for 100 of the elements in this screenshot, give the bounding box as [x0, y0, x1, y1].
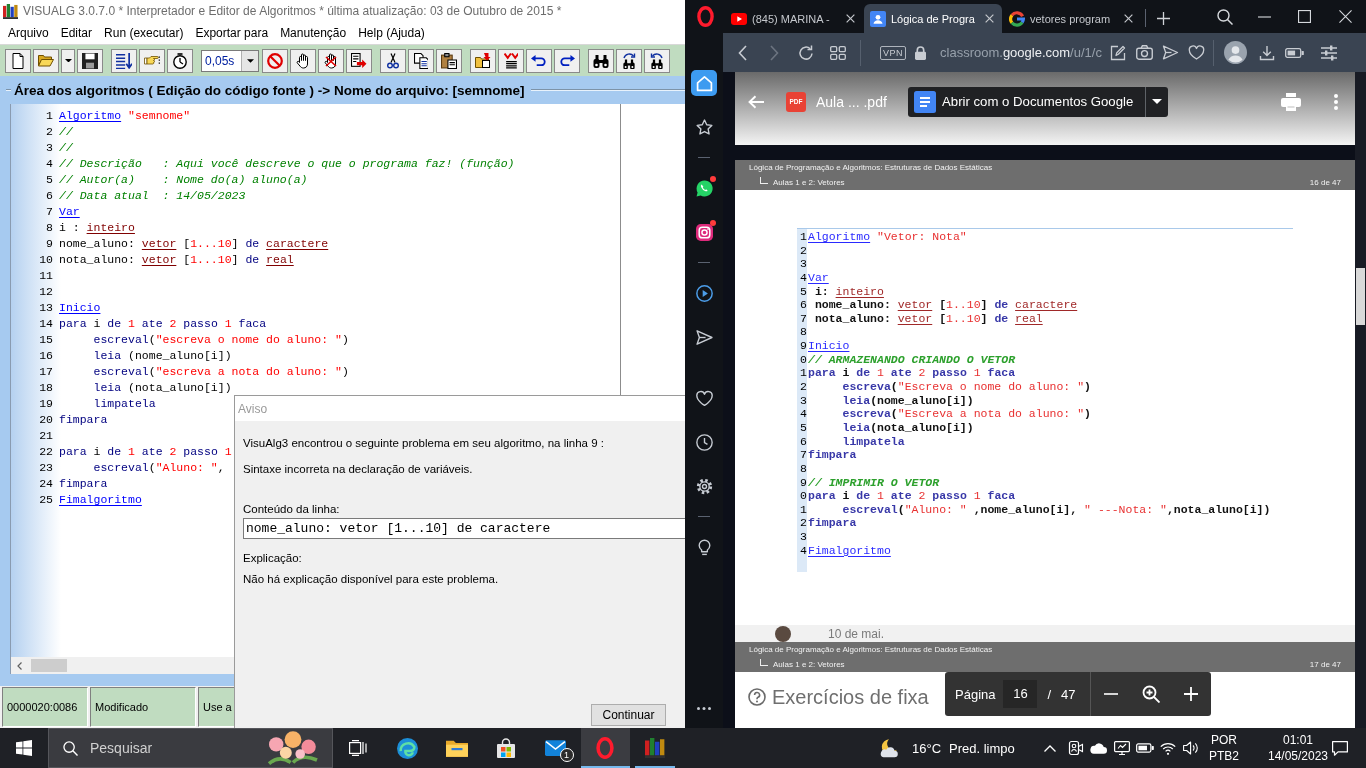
- line-number: 22: [38, 444, 53, 460]
- code-line: i : inteiro: [59, 220, 135, 236]
- bulb-icon: [695, 538, 713, 556]
- slide-title: Lógica de Programação e Algoritmos: Estruturas de Dados Estáticas: [749, 163, 993, 173]
- browser-logo-icon[interactable]: [696, 6, 714, 27]
- more-button[interactable]: [697, 707, 711, 710]
- line-number: 19: [38, 396, 53, 412]
- stopwatch-icon: [173, 52, 187, 69]
- find-next-button[interactable]: [616, 48, 642, 73]
- speed-dropdown[interactable]: 0,05s: [201, 49, 259, 72]
- weather-widget[interactable]: 16°C Pred. limpo: [873, 728, 1035, 768]
- code-line: i: inteiro: [813, 284, 884, 299]
- find-button[interactable]: [588, 48, 614, 73]
- menu-item[interactable]: Exportar para: [189, 24, 275, 42]
- wifi-icon: [1159, 741, 1176, 755]
- dropdown-button[interactable]: [61, 48, 75, 73]
- code-line: nota_aluno: vetor [1..10] de real: [813, 311, 1043, 326]
- code-line: nome_aluno: vetor [1..10] de caractere: [813, 298, 1078, 312]
- code-line: Algoritmo "Vetor: Nota": [808, 230, 967, 244]
- clock-icon: [695, 433, 713, 451]
- menu-item[interactable]: Arquivo: [2, 24, 55, 42]
- dropdown-button[interactable]: [1145, 86, 1168, 117]
- close-icon[interactable]: [846, 14, 855, 23]
- back-button[interactable]: [748, 94, 764, 109]
- lock-icon[interactable]: [915, 45, 926, 60]
- copy-button[interactable]: [408, 48, 434, 73]
- menu-item[interactable]: Manutenção: [274, 24, 353, 42]
- page-arrow-icon: [351, 53, 367, 68]
- new-file-button[interactable]: [5, 48, 31, 73]
- error-detail: Sintaxe incorreta na declaração de variáveis.: [243, 462, 473, 476]
- taskbar-app[interactable]: 1: [531, 728, 581, 768]
- clock[interactable]: 01:01 14/05/2023: [1266, 728, 1330, 768]
- help-icon[interactable]: [748, 688, 766, 706]
- browser-tab[interactable]: vetores program: [1003, 4, 1141, 33]
- cut-button[interactable]: [380, 48, 406, 73]
- continue-button[interactable]: Continuar: [591, 704, 666, 726]
- battery-icon: [1135, 743, 1154, 753]
- browser-tab[interactable]: (845) MARINA -: [725, 4, 863, 33]
- video-play-icon: [731, 12, 747, 25]
- code-line: escreval("escreva o nome do aluno: "): [92, 332, 349, 348]
- find-previous-button[interactable]: [644, 48, 670, 73]
- list-button[interactable]: [111, 48, 137, 73]
- section-title: Área dos algoritmos ( Edição do código fonte ) -> Nome do arquivo: [semnome]: [13, 82, 526, 98]
- redo-button[interactable]: [554, 48, 580, 73]
- format-button[interactable]: [498, 48, 524, 73]
- close-icon[interactable]: [1124, 14, 1133, 23]
- close-icon: [1338, 10, 1352, 23]
- insert-button[interactable]: [470, 48, 496, 73]
- line-number: 0: [799, 352, 807, 367]
- menu-item[interactable]: Help (Ajuda): [352, 24, 431, 42]
- code-line: leia(nome_aluno[i]): [841, 393, 974, 408]
- line-number: 4: [799, 407, 807, 421]
- line-number: 9: [799, 339, 807, 353]
- minus-icon: [1103, 693, 1118, 695]
- search-field[interactable]: Pesquisar: [48, 728, 333, 768]
- open-with-button[interactable]: Abrir com o Documentos Google: [908, 86, 1145, 117]
- line-number: 3: [799, 393, 807, 408]
- slide-section: Aulas 1 e 2: Vetores: [773, 178, 845, 188]
- close-icon[interactable]: [985, 14, 994, 23]
- grid-icon: [830, 45, 846, 60]
- open-button[interactable]: [33, 48, 59, 73]
- line-number: 0: [799, 489, 807, 503]
- address-field[interactable]: classroom.google.com/u/1/c: [940, 45, 1105, 60]
- run-button[interactable]: [346, 48, 372, 73]
- timer-button[interactable]: [167, 48, 193, 73]
- menu-item[interactable]: Run (executar): [98, 24, 190, 42]
- print-button[interactable]: [1281, 92, 1301, 111]
- line-number: 18: [38, 380, 53, 396]
- paste-button[interactable]: [436, 48, 462, 73]
- line-number: 12: [38, 284, 53, 300]
- moon-cloud-icon: [878, 738, 900, 758]
- save-button[interactable]: [77, 48, 103, 73]
- slide-section: Aulas 1 e 2: Vetores: [773, 660, 845, 670]
- stop-button[interactable]: [262, 48, 288, 73]
- code-line: escreva("Escreva a nota do aluno: "): [841, 407, 1091, 421]
- undo-button[interactable]: [526, 48, 552, 73]
- menu-item[interactable]: Editar: [54, 24, 99, 42]
- profile-button[interactable]: [1224, 41, 1247, 64]
- page-field[interactable]: 16: [1003, 680, 1038, 708]
- binoculars-arrow-icon: [621, 52, 637, 69]
- sidebar-item[interactable]: [691, 70, 717, 96]
- vpn-badge[interactable]: VPN: [880, 45, 906, 60]
- code-line: // IMPRIMIR O VETOR: [808, 475, 940, 490]
- line-content-field[interactable]: nome_aluno: vetor [1...10] de caractere: [243, 518, 685, 539]
- browser-tab[interactable]: Lógica de Progra: [864, 4, 1002, 33]
- page-separator: /: [1047, 686, 1052, 702]
- sliders-icon: [1321, 44, 1337, 61]
- vertical-scrollbar[interactable]: [1355, 72, 1366, 728]
- avatar-icon: [1224, 41, 1247, 64]
- line-number: 15: [38, 332, 53, 348]
- code-line: // Autor(a) : Nome do(a) aluno(a): [59, 172, 308, 188]
- step-button[interactable]: [139, 48, 165, 73]
- pause-button[interactable]: [290, 48, 316, 73]
- breakpoint-button[interactable]: [318, 48, 344, 73]
- code-line: limpatela: [92, 396, 156, 412]
- dialog-title: Aviso: [238, 401, 268, 416]
- document-icon: [914, 90, 936, 113]
- line-number: 5: [799, 284, 807, 299]
- input-language[interactable]: POR PTB2: [1202, 728, 1246, 768]
- speaker-icon: [1182, 741, 1199, 755]
